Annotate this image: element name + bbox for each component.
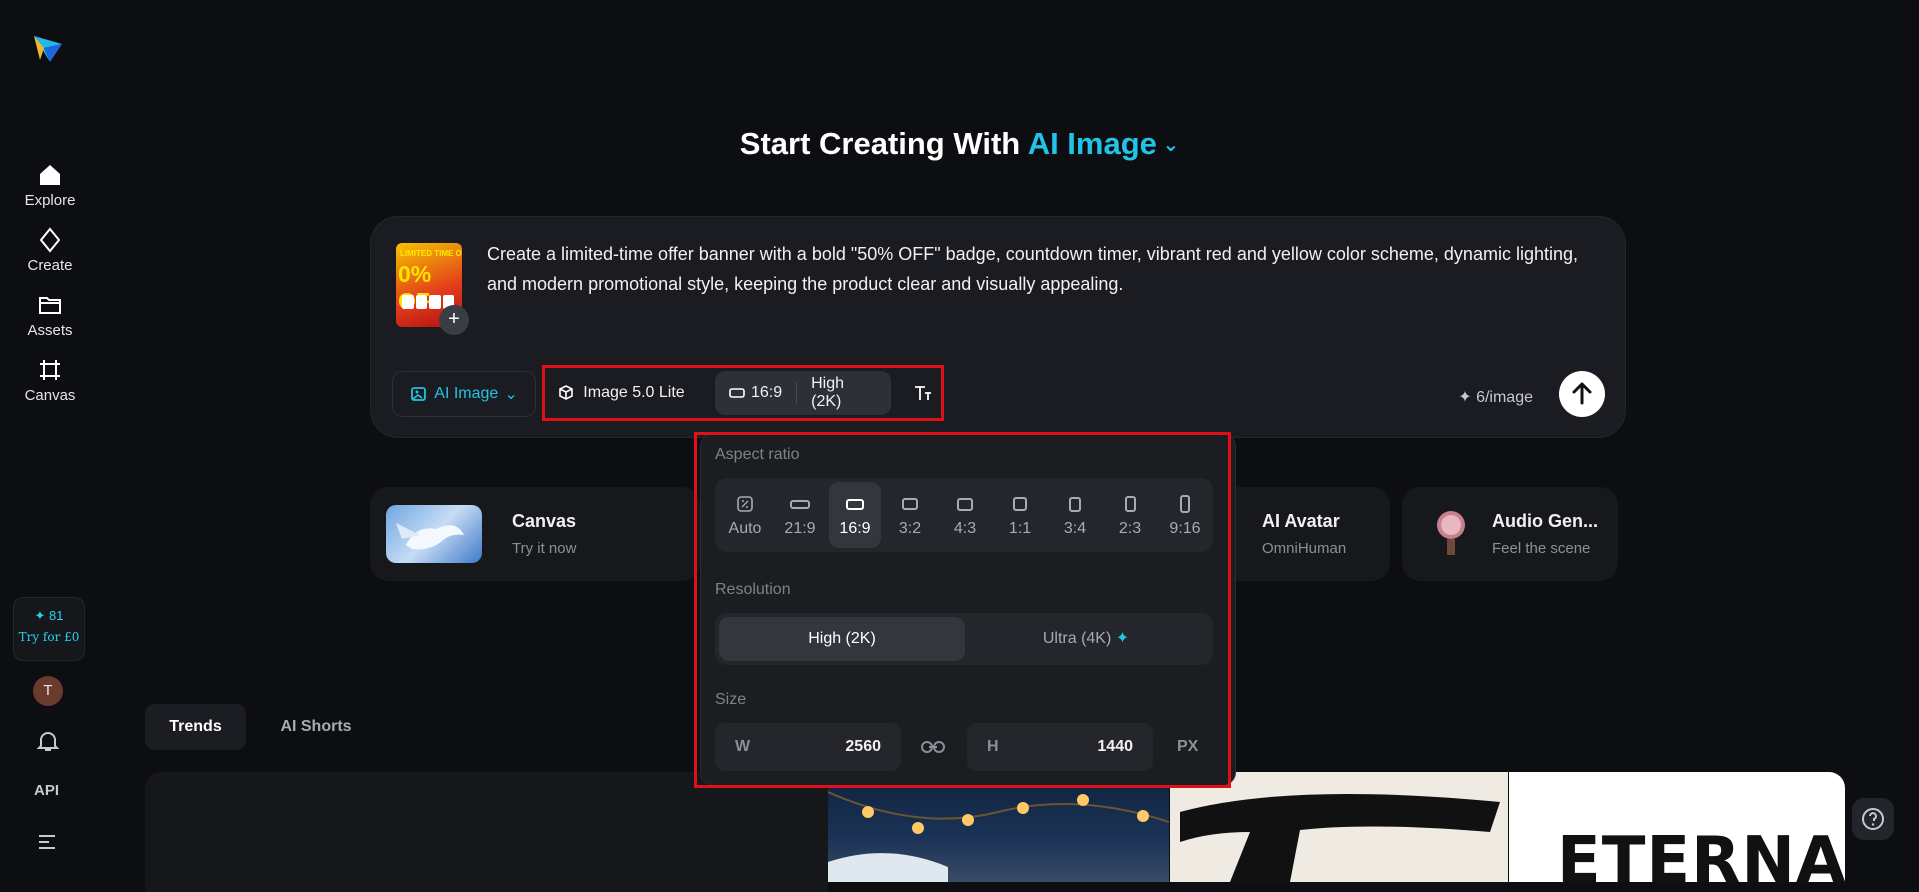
home-icon [40,165,60,185]
gallery-item[interactable] [1170,772,1508,882]
sparkle-diamond-icon [39,227,61,253]
generator-dropdown[interactable]: AI Image ⌄ [1028,126,1180,161]
menu-icon[interactable] [35,828,61,854]
quick-card-title: Canvas [512,511,577,531]
generation-type-dropdown[interactable]: AI Image ⌄ [392,371,536,417]
quick-card-subtitle: Feel the scene [1492,540,1591,557]
sidebar-item-label: Assets [27,322,73,339]
help-button[interactable] [1852,798,1894,840]
generator-name: AI Image [1027,126,1157,161]
api-link[interactable]: API [34,782,59,799]
credits-box[interactable]: ✦ 81 Try for £0 [13,597,85,661]
sidebar-item-explore[interactable]: Explore [0,162,100,209]
price-per-image: ✦ 6/image [1458,389,1533,406]
generate-button[interactable] [1559,371,1605,417]
arrow-up-icon [1572,382,1592,405]
sidebar-item-canvas[interactable]: Canvas [0,357,100,404]
ink-brush-image [1180,794,1500,882]
sidebar-item-label: Explore [24,192,76,209]
tab-trends[interactable]: Trends [145,704,246,750]
microphone-image [1437,511,1465,555]
gallery-item-text: ETERNAL [1557,824,1845,882]
page-title: Start Creating With AI Image ⌄ [0,126,1919,162]
annotation-highlight-panel [694,432,1231,788]
gallery-item[interactable] [828,772,1169,882]
sidebar-item-create[interactable]: Create [0,227,100,274]
sidebar-item-assets[interactable]: Assets [0,292,100,339]
thumb-caption: LIMITED TIME OFF [400,249,462,258]
sidebar-item-label: Canvas [24,387,76,404]
app-logo-icon[interactable] [30,30,66,66]
sidebar-item-label: Create [27,257,73,274]
avatar[interactable]: T [33,676,63,706]
image-plus-icon [411,387,427,401]
add-reference-button[interactable]: + [439,305,469,335]
pegasus-image [396,523,464,550]
lights-image [828,791,1169,882]
quick-card-title: Audio Gen... [1492,511,1598,531]
quick-card-audio-gen[interactable]: Audio Gen... Feel the scene [1402,487,1618,581]
annotation-highlight-toolbar [542,365,944,421]
crop-frame-icon [40,360,60,380]
bell-icon[interactable] [35,728,61,754]
gallery-item[interactable] [145,772,828,892]
chevron-down-icon: ⌄ [504,386,518,403]
quick-card-title: AI Avatar [1262,511,1340,531]
credits-count: ✦ 81 [34,608,64,623]
help-icon [1862,808,1884,830]
chevron-down-icon: ⌄ [1156,134,1180,156]
prompt-input[interactable]: Create a limited-time offer banner with … [487,239,1597,299]
canvas-thumbnail [386,505,482,563]
gallery-item[interactable]: ETERNAL [1509,772,1845,882]
folder-icon [39,297,61,314]
quick-card-canvas[interactable]: Canvas Try it now [370,487,700,581]
quick-card-subtitle: Try it now [512,540,577,557]
tab-ai-shorts[interactable]: AI Shorts [266,704,366,750]
generation-type-label: AI Image [434,385,499,402]
quick-card-subtitle: OmniHuman [1262,540,1347,557]
try-free-link[interactable]: Try for £0 [14,630,84,644]
title-prefix: Start Creating With [739,126,1021,161]
